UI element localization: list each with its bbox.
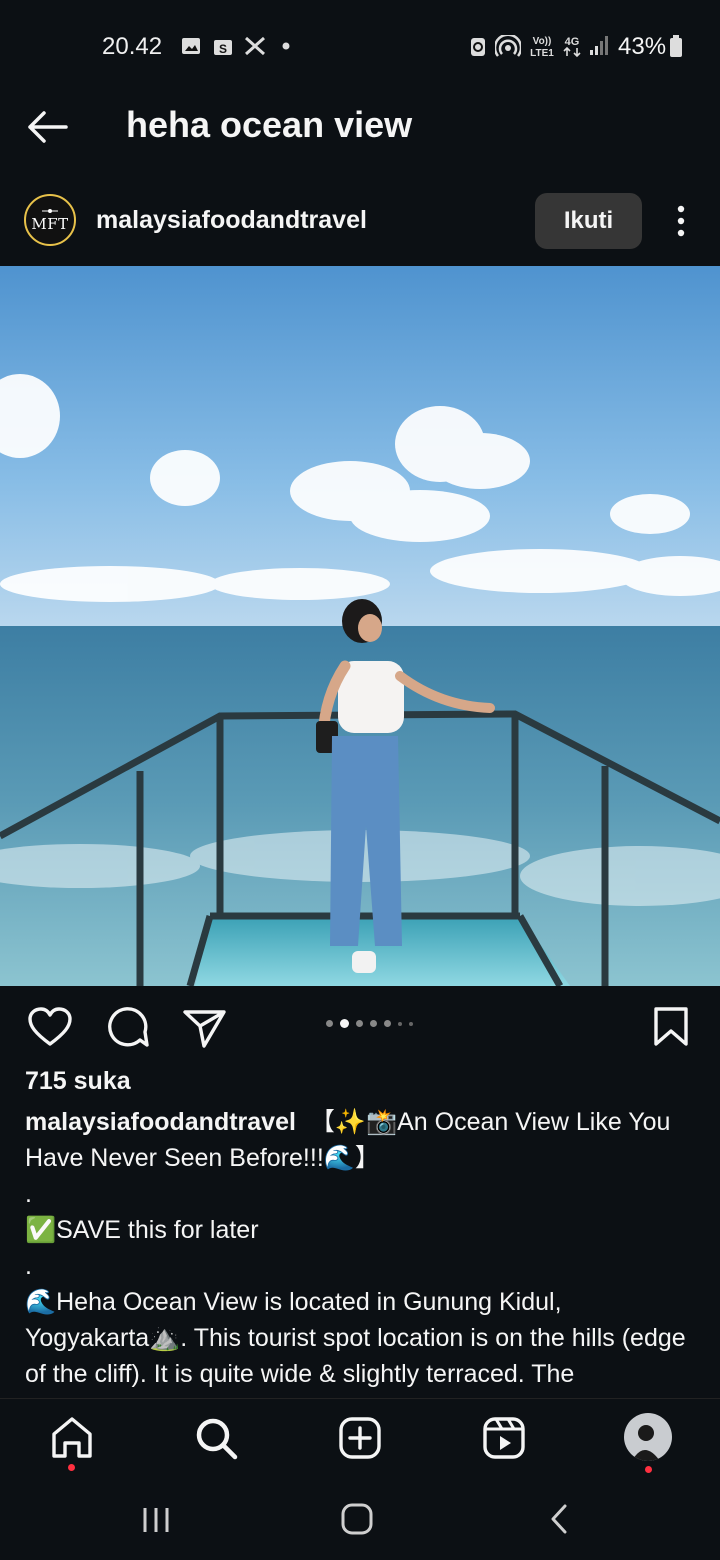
send-icon (183, 1010, 226, 1048)
home-icon (52, 1417, 92, 1458)
stars-decoration-icon (42, 209, 58, 213)
svg-text:LTE1: LTE1 (530, 48, 554, 58)
likes-count[interactable]: 715 suka (25, 1067, 131, 1096)
recent-apps-button[interactable] (140, 1504, 172, 1536)
x-app-icon (242, 34, 268, 58)
avatar-logo-text: MFT (31, 215, 69, 233)
save-button[interactable] (646, 1004, 696, 1050)
caption-line-4: . (25, 1252, 32, 1280)
svg-text:S: S (219, 42, 227, 56)
carousel-dot (398, 1021, 402, 1026)
follow-button[interactable]: Ikuti (535, 193, 642, 249)
page-title: heha ocean view (126, 104, 413, 145)
more-notifications-dot-icon (280, 34, 292, 58)
post-photo[interactable] (0, 266, 720, 988)
network-label: 4G (565, 36, 580, 48)
battery-saver-icon (468, 34, 488, 58)
create-icon (339, 1417, 381, 1459)
more-options-button[interactable] (664, 200, 698, 242)
caption-line-3: ✅SAVE this for later (25, 1216, 259, 1244)
more-vertical-icon (677, 205, 685, 237)
carousel-dot (370, 1020, 377, 1027)
back-button[interactable] (24, 104, 74, 150)
network-type-icon: 4G (560, 34, 584, 58)
hotspot-icon (494, 34, 522, 58)
battery-icon (668, 34, 684, 58)
search-icon (196, 1418, 238, 1460)
heart-icon (28, 1007, 72, 1046)
caption-line-1: malaysiafoodandtravel 【✨📸An Ocean View L… (25, 1104, 695, 1176)
author-username[interactable]: malaysiafoodandtravel (96, 206, 367, 235)
carousel-dot (384, 1020, 391, 1027)
nav-reels-button[interactable] (480, 1414, 528, 1462)
carousel-dot (356, 1020, 363, 1027)
comment-button[interactable] (102, 1004, 152, 1050)
like-button[interactable] (25, 1004, 75, 1050)
comment-icon (108, 1007, 149, 1047)
carousel-dot (409, 1021, 413, 1026)
chevron-left-icon (551, 1504, 567, 1534)
home-circle-icon (341, 1503, 373, 1535)
caption-username[interactable]: malaysiafoodandtravel (25, 1108, 296, 1136)
nav-create-button[interactable] (336, 1414, 384, 1462)
status-bar: 20.42 S Vo)) LTE1 4G 43% (0, 0, 720, 92)
arrow-left-icon (28, 111, 68, 143)
carousel-indicator (326, 1019, 413, 1028)
nav-search-button[interactable] (192, 1414, 240, 1462)
volte-icon: Vo)) LTE1 (528, 34, 556, 58)
carousel-dot (326, 1020, 333, 1027)
post-caption: malaysiafoodandtravel 【✨📸An Ocean View L… (25, 1104, 695, 1392)
svg-text:Vo)): Vo)) (533, 36, 552, 47)
home-system-button[interactable] (340, 1502, 374, 1536)
bookmark-icon (654, 1007, 688, 1046)
recents-icon (143, 1508, 169, 1532)
carousel-dot (340, 1019, 349, 1028)
back-system-button[interactable] (544, 1502, 574, 1536)
profile-notification-dot (645, 1466, 652, 1473)
nav-profile-avatar[interactable] (624, 1413, 672, 1461)
author-avatar[interactable]: MFT (24, 194, 76, 246)
caption-line-2: . (25, 1180, 32, 1208)
gallery-notification-icon (180, 34, 202, 58)
shop-notification-icon: S (212, 34, 234, 58)
nav-home-button[interactable] (48, 1414, 96, 1462)
signal-icon (588, 34, 610, 58)
battery-percent: 43% (618, 33, 667, 60)
status-time: 20.42 (102, 33, 163, 60)
caption-line-5: 🌊Heha Ocean View is located in Gunung Ki… (25, 1288, 686, 1388)
reels-icon (483, 1417, 525, 1459)
home-notification-dot (68, 1464, 75, 1471)
share-button[interactable] (180, 1004, 230, 1050)
